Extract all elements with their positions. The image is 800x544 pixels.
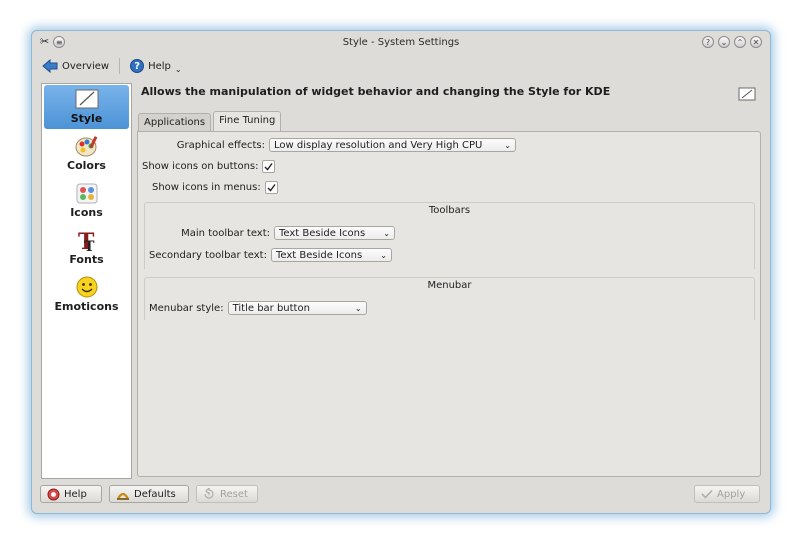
sidebar-item-fonts[interactable]: T T Fonts	[44, 226, 129, 270]
reset-icon	[204, 488, 214, 499]
main-toolbar: Overview ? Help ⌄	[38, 56, 186, 76]
checkmark-icon	[267, 184, 276, 192]
main-toolbar-text-label: Main toolbar text:	[181, 227, 270, 239]
overview-label: Overview	[62, 60, 110, 72]
show-icons-buttons-checkbox[interactable]	[262, 160, 276, 173]
reset-button[interactable]: Reset	[196, 485, 258, 503]
settings-window: ✂ ≡ Style - System Settings ? ⌄ ⌃ ✕ Over…	[31, 30, 771, 514]
help-button[interactable]: Help	[40, 485, 102, 503]
emoticons-icon	[76, 276, 97, 298]
graphical-effects-row: Graphical effects: Low display resolutio…	[138, 138, 516, 152]
checkmark-icon	[701, 489, 713, 499]
menubar-group-title: Menubar	[427, 280, 472, 291]
toolbar-separator	[119, 58, 121, 74]
show-icons-buttons-label: Show icons on buttons:	[142, 161, 259, 172]
main-toolbar-text-select[interactable]: Text Beside Icons ⌄	[274, 226, 395, 240]
style-icon	[75, 89, 98, 109]
back-arrow-icon	[42, 59, 58, 73]
tab-label: Applications	[144, 117, 206, 128]
menubar-group: Menubar Menubar style: Title bar button …	[144, 277, 755, 320]
help-menu-button[interactable]: ? Help ⌄	[126, 59, 186, 74]
sidebar-item-label: Emoticons	[54, 300, 119, 313]
tab-label: Fine Tuning	[219, 115, 276, 126]
button-bar: Help Defaults Reset Apply	[38, 485, 762, 505]
secondary-toolbar-text-label: Secondary toolbar text:	[149, 249, 267, 261]
defaults-button-label: Defaults	[134, 488, 176, 500]
close-icon[interactable]: ✕	[750, 36, 762, 48]
style-icon	[738, 87, 756, 101]
chevron-down-icon: ⌄	[504, 140, 511, 150]
secondary-toolbar-text-row: Secondary toolbar text: Text Beside Icon…	[149, 248, 392, 262]
defaults-button[interactable]: Defaults	[109, 485, 189, 503]
help-icon: ?	[130, 59, 145, 73]
apply-button[interactable]: Apply	[694, 485, 760, 503]
maximize-icon[interactable]: ⌃	[734, 36, 746, 48]
help-label: Help	[148, 60, 171, 72]
chevron-down-icon: ⌄	[380, 250, 387, 260]
tab-fine-tuning[interactable]: Fine Tuning	[213, 111, 282, 132]
sidebar-item-label: Colors	[67, 159, 106, 172]
overview-button[interactable]: Overview	[38, 59, 113, 73]
chevron-down-icon: ⌄	[383, 228, 390, 238]
chevron-down-icon: ⌄	[354, 303, 362, 313]
minimize-icon[interactable]: ⌄	[718, 36, 730, 48]
tab-applications[interactable]: Applications	[138, 113, 212, 132]
toolbars-group-title: Toolbars	[428, 205, 471, 216]
help-window-icon[interactable]: ?	[702, 36, 714, 48]
secondary-toolbar-text-select[interactable]: Text Beside Icons ⌄	[270, 248, 392, 262]
sidebar-item-style[interactable]: Style	[44, 85, 129, 129]
select-value: Text Beside Icons	[279, 227, 366, 239]
select-value: Low display resolution and Very High CPU	[274, 139, 483, 151]
category-sidebar: Style Colors Icons T T Fonts Emoticons	[41, 83, 132, 479]
icons-icon	[76, 183, 97, 204]
help-button-label: Help	[64, 488, 87, 500]
graphical-effects-select[interactable]: Low display resolution and Very High CPU…	[269, 138, 516, 152]
title-bar[interactable]: ✂ ≡ Style - System Settings ? ⌄ ⌃ ✕	[32, 31, 770, 55]
select-value: Title bar button	[232, 302, 310, 314]
show-icons-menus-row: Show icons in menus:	[152, 181, 278, 194]
fine-tuning-panel: Graphical effects: Low display resolutio…	[137, 131, 761, 477]
sidebar-item-label: Style	[70, 112, 103, 125]
sidebar-item-emoticons[interactable]: Emoticons	[44, 273, 129, 317]
page-title: Allows the manipulation of widget behavi…	[141, 85, 611, 98]
sidebar-item-colors[interactable]: Colors	[44, 132, 129, 176]
sidebar-item-label: Fonts	[69, 253, 104, 266]
defaults-icon	[117, 492, 129, 500]
show-icons-buttons-row: Show icons on buttons:	[142, 160, 276, 173]
apply-button-label: Apply	[717, 488, 746, 500]
menubar-style-row: Menubar style: Title bar button ⌄	[149, 301, 367, 315]
window-title: Style - System Settings	[342, 37, 460, 48]
sidebar-item-icons[interactable]: Icons	[44, 179, 129, 223]
show-icons-menus-label: Show icons in menus:	[152, 182, 261, 193]
show-icons-menus-checkbox[interactable]	[264, 181, 278, 194]
svg-text:T: T	[84, 239, 95, 253]
sidebar-item-label: Icons	[70, 206, 103, 219]
main-toolbar-text-row: Main toolbar text: Text Beside Icons ⌄	[145, 226, 395, 240]
chevron-down-icon: ⌄	[174, 64, 182, 74]
help-lifebuoy-icon	[47, 488, 60, 500]
checkmark-icon	[264, 163, 274, 171]
tab-bar: Applications Fine Tuning	[138, 111, 283, 132]
colors-icon	[75, 136, 97, 157]
fonts-icon: T T	[78, 229, 95, 253]
menubar-style-select[interactable]: Title bar button ⌄	[227, 301, 367, 315]
graphical-effects-label: Graphical effects:	[176, 139, 265, 151]
toolbars-group: Toolbars Main toolbar text: Text Beside …	[144, 202, 755, 269]
reset-button-label: Reset	[220, 488, 248, 500]
menubar-style-label: Menubar style:	[149, 302, 224, 314]
select-value: Text Beside Icons	[275, 249, 363, 261]
